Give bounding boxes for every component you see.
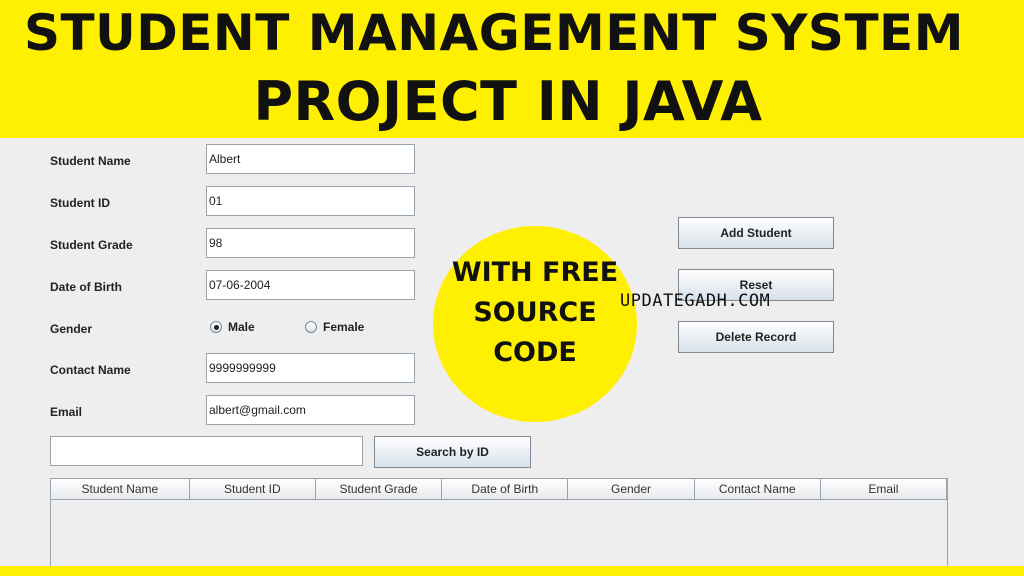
- column-header[interactable]: Student ID: [189, 479, 316, 500]
- student-name-label: Student Name: [50, 154, 131, 168]
- column-header[interactable]: Email: [820, 479, 948, 500]
- column-header[interactable]: Contact Name: [694, 479, 821, 500]
- title-banner: STUDENT MANAGEMENT SYSTEM PROJECT IN JAV…: [0, 0, 1024, 138]
- student-grade-label: Student Grade: [50, 238, 133, 252]
- column-header[interactable]: Date of Birth: [442, 479, 569, 500]
- radio-selected-icon: [210, 321, 222, 333]
- email-label: Email: [50, 405, 83, 419]
- column-header[interactable]: Gender: [568, 479, 695, 500]
- radio-unselected-icon: [305, 321, 317, 333]
- column-header[interactable]: Student Name: [51, 479, 190, 500]
- bottom-strip: [0, 566, 1024, 576]
- site-watermark: UPDATEGADH.COM: [620, 291, 771, 311]
- contact-label: Contact Name: [50, 363, 131, 377]
- promo-circle-text: WITH FREE SOURCE CODE: [433, 253, 637, 373]
- column-header[interactable]: Student Grade: [315, 479, 443, 500]
- students-table[interactable]: Student Name Student ID Student Grade Da…: [50, 478, 948, 566]
- gender-female-label: Female: [323, 320, 365, 334]
- delete-record-button[interactable]: Delete Record: [678, 321, 834, 353]
- contact-field[interactable]: 9999999999: [206, 353, 415, 383]
- table-header: Student Name Student ID Student Grade Da…: [51, 479, 948, 500]
- promo-line-2: SOURCE: [473, 297, 597, 328]
- gender-female-radio[interactable]: Female: [305, 320, 364, 334]
- email-field[interactable]: albert@gmail.com: [206, 395, 415, 425]
- gender-male-radio[interactable]: Male: [210, 320, 255, 334]
- student-id-label: Student ID: [50, 196, 110, 210]
- promo-line-1: WITH FREE: [451, 257, 619, 288]
- dob-label: Date of Birth: [50, 280, 122, 294]
- search-by-id-button[interactable]: Search by ID: [374, 436, 531, 468]
- banner-title-line-1: STUDENT MANAGEMENT SYSTEM: [24, 4, 964, 62]
- banner-title-line-2: PROJECT IN JAVA: [253, 70, 763, 133]
- student-grade-field[interactable]: 98: [206, 228, 415, 258]
- promo-line-3: CODE: [493, 337, 577, 368]
- search-input[interactable]: [50, 436, 363, 466]
- gender-male-label: Male: [228, 320, 255, 334]
- student-id-field[interactable]: 01: [206, 186, 415, 216]
- gender-label: Gender: [50, 322, 93, 336]
- dob-field[interactable]: 07-06-2004: [206, 270, 415, 300]
- student-name-field[interactable]: Albert: [206, 144, 415, 174]
- add-student-button[interactable]: Add Student: [678, 217, 834, 249]
